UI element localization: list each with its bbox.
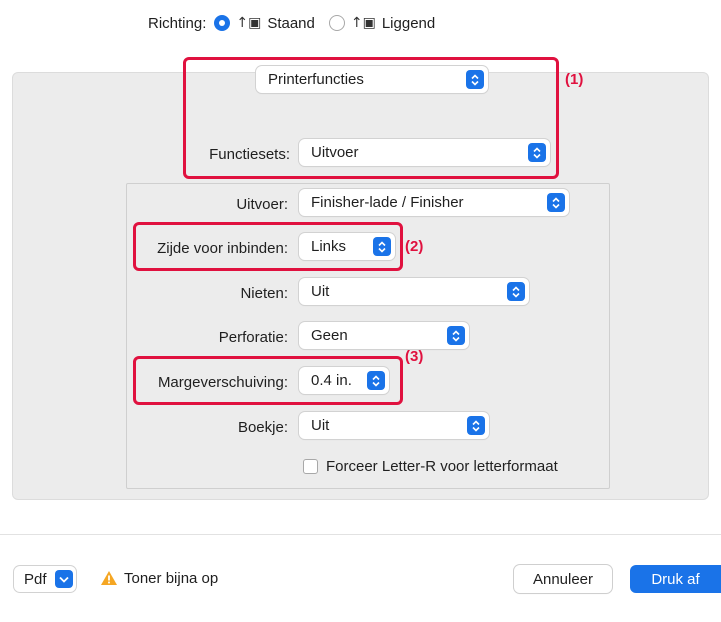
pdf-label: Pdf — [24, 570, 47, 588]
highlight-box-2 — [133, 222, 403, 271]
punch-value: Geen — [311, 327, 348, 344]
chevron-updown-icon — [467, 416, 485, 435]
portrait-label[interactable]: Staand — [267, 15, 315, 32]
punch-label: Perforatie: — [218, 329, 288, 346]
annotation-1: (1) — [565, 71, 584, 88]
booklet-label: Boekje: — [237, 419, 288, 436]
portrait-orientation-icon: ↑▣ — [236, 15, 262, 31]
output-label: Uitvoer: — [236, 196, 288, 213]
orientation-label: Richting: — [148, 14, 207, 32]
portrait-radio[interactable] — [214, 15, 231, 31]
warning-icon — [100, 570, 118, 590]
orientation-row: Richting: ↑▣ Staand ↑▣ Liggend — [148, 12, 449, 34]
force-letter-r-checkbox[interactable] — [303, 459, 318, 474]
chevron-updown-icon — [547, 193, 565, 212]
force-letter-r-label[interactable]: Forceer Letter-R voor letterformaat — [326, 458, 558, 475]
cancel-button[interactable]: Annuleer — [514, 565, 612, 593]
chevron-down-icon — [54, 570, 73, 588]
punch-select[interactable]: Geen — [299, 322, 469, 349]
chevron-updown-icon — [447, 326, 465, 345]
landscape-orientation-icon: ↑▣ — [350, 15, 376, 31]
highlight-box-1 — [183, 57, 559, 179]
chevron-updown-icon — [507, 282, 525, 301]
booklet-select[interactable]: Uit — [299, 412, 489, 439]
footer-divider — [0, 534, 721, 535]
print-button[interactable]: Druk af — [630, 565, 721, 593]
output-value: Finisher-lade / Finisher — [311, 194, 464, 211]
booklet-value: Uit — [311, 417, 330, 434]
highlight-box-3 — [133, 356, 403, 405]
landscape-label[interactable]: Liggend — [382, 15, 435, 32]
staple-value: Uit — [311, 283, 330, 300]
staple-select[interactable]: Uit — [299, 278, 529, 305]
warning-text: Toner bijna op — [124, 570, 219, 587]
staple-label: Nieten: — [240, 285, 288, 302]
annotation-3: (3) — [405, 348, 424, 365]
annotation-2: (2) — [405, 238, 424, 255]
pdf-menu-button[interactable]: Pdf — [14, 566, 76, 592]
output-select[interactable]: Finisher-lade / Finisher — [299, 189, 569, 216]
landscape-radio[interactable] — [328, 15, 345, 31]
